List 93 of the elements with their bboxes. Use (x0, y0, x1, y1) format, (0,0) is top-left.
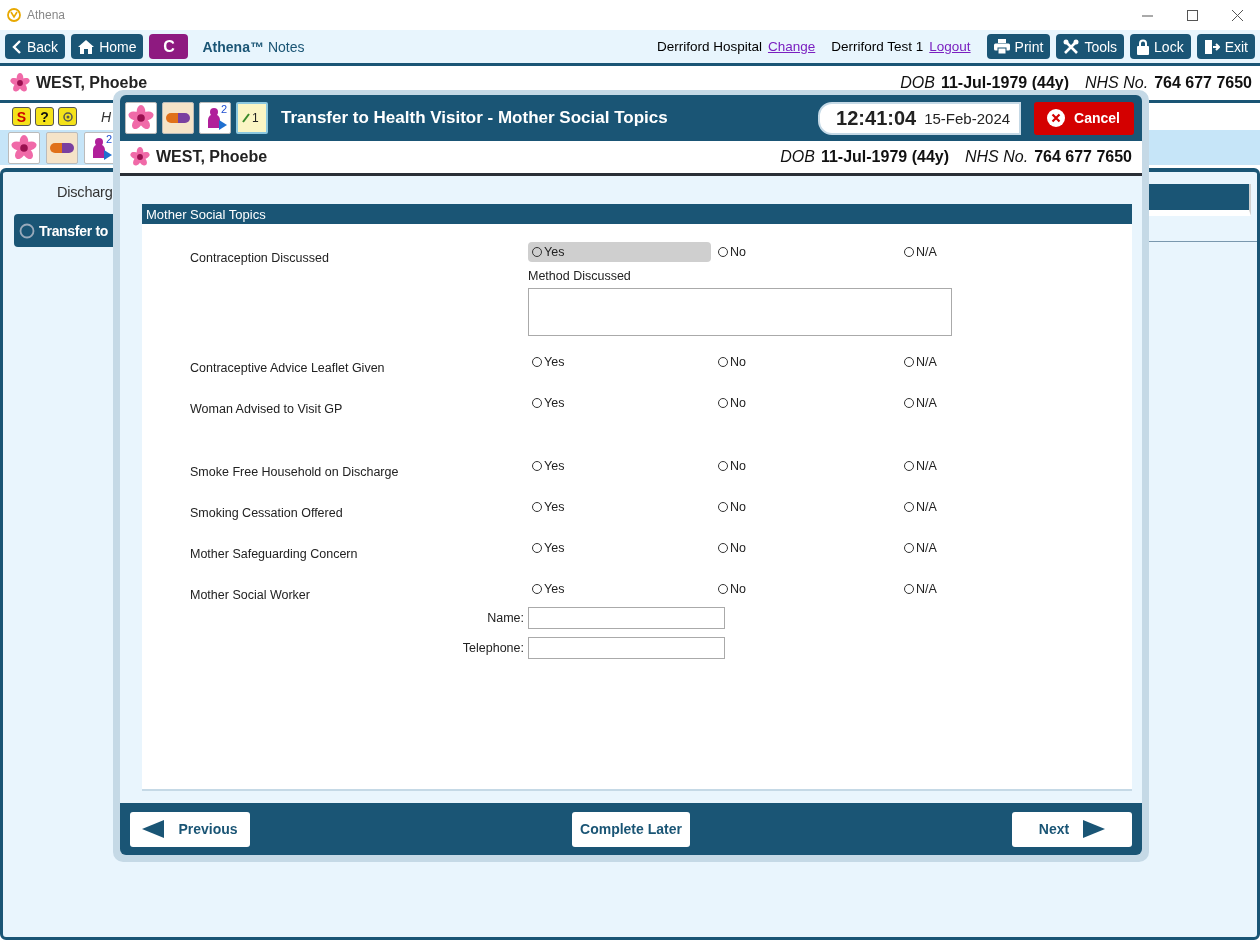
logout-link[interactable]: Logout (929, 39, 971, 54)
question-label: Woman Advised to Visit GP (190, 401, 344, 416)
baby-count: 2 (105, 132, 112, 145)
input-field[interactable] (528, 637, 725, 659)
nhs-label: NHS No. (965, 148, 1029, 166)
window-title: Athena (27, 8, 66, 22)
radio-option[interactable]: N/A (900, 352, 941, 372)
circle-icon (19, 222, 35, 239)
hospital-name: Derriford Hospital (656, 39, 762, 54)
printer-icon (993, 39, 1010, 54)
input-field[interactable] (528, 607, 725, 629)
help-icon[interactable]: ? (35, 107, 54, 126)
question-label: Mother Safeguarding Concern (190, 546, 359, 561)
radio-option[interactable]: Yes (528, 352, 569, 372)
radio-option[interactable]: Yes (528, 538, 569, 558)
radio-option[interactable]: Yes (528, 393, 569, 413)
question-label: Contraception Discussed (190, 250, 330, 265)
cancel-button[interactable]: Cancel (1034, 101, 1134, 135)
flower-icon[interactable] (11, 134, 37, 161)
complete-later-button[interactable]: Complete Later (572, 811, 690, 847)
radio-option[interactable]: Yes (528, 497, 569, 517)
radio-option[interactable]: No (714, 393, 750, 413)
section-heading: Discharg (56, 184, 114, 202)
maximize-icon[interactable] (1187, 9, 1198, 21)
change-link[interactable]: Change (767, 39, 816, 54)
field-label: Name: (486, 611, 524, 625)
home-button[interactable]: Home (71, 34, 144, 59)
alert-icon[interactable]: S (12, 107, 31, 126)
flower-icon (130, 147, 150, 167)
pen-icon (242, 113, 250, 123)
home-icon (78, 39, 95, 54)
flower-icon[interactable] (128, 105, 154, 131)
capsule-icon[interactable] (49, 141, 75, 154)
nhs-number: 764 677 7650 (1034, 148, 1132, 166)
previous-button[interactable]: Previous (130, 811, 250, 847)
user-name: Derriford Test 1 (831, 39, 924, 54)
tools-button[interactable]: Tools (1056, 34, 1125, 59)
radio-option[interactable]: N/A (900, 456, 941, 476)
field-label: Telephone: (461, 641, 524, 655)
exit-icon (1203, 38, 1220, 55)
radio-option[interactable]: No (714, 242, 750, 262)
radio-option[interactable]: N/A (900, 538, 941, 558)
close-icon[interactable] (1232, 9, 1243, 21)
clock-display: 12:41:04 15-Feb-2024 (818, 101, 1022, 135)
dob-value: 11-Jul-1979 (44y) (940, 74, 1069, 92)
baby-icon[interactable] (92, 135, 108, 160)
capsule-icon[interactable] (165, 112, 191, 124)
letter-button[interactable]: C (149, 34, 189, 59)
question-label: Contraceptive Advice Leaflet Given (190, 360, 386, 375)
nhs-number: 764 677 7650 (1154, 74, 1252, 92)
section-header: Mother Social Topics (142, 204, 1132, 224)
dob-label: DOB (780, 148, 815, 166)
dob-value: 11-Jul-1979 (44y) (820, 148, 949, 166)
tools-icon (1063, 38, 1080, 55)
radio-option[interactable]: No (714, 456, 750, 476)
dialog-title: Transfer to Health Visitor - Mother Social Topics (281, 108, 668, 128)
settings-icon[interactable] (58, 107, 77, 126)
baby-icon[interactable] (207, 106, 223, 130)
radio-option[interactable]: Yes (528, 579, 569, 599)
question-label: Smoke Free Household on Discharge (190, 464, 400, 479)
radio-option[interactable]: No (714, 579, 750, 599)
question-label: Mother Social Worker (190, 587, 311, 602)
radio-option[interactable]: N/A (900, 497, 941, 517)
nhs-label: NHS No. (1085, 74, 1149, 92)
right-arrow-icon (1083, 820, 1106, 838)
app-logo-icon (7, 8, 21, 22)
flower-icon (10, 73, 30, 93)
radio-option[interactable]: Yes (528, 242, 711, 262)
back-button[interactable]: Back (5, 34, 66, 59)
print-button[interactable]: Print (986, 34, 1051, 59)
patient-name: WEST, Phoebe (36, 74, 148, 92)
left-arrow-icon (142, 820, 165, 838)
back-icon (12, 39, 22, 54)
dob-label: DOB (900, 74, 935, 92)
notes-count: 1 (252, 111, 259, 125)
patient-name: WEST, Phoebe (156, 148, 268, 166)
exit-button[interactable]: Exit (1196, 34, 1255, 59)
radio-option[interactable]: No (714, 538, 750, 558)
radio-option[interactable]: N/A (900, 242, 941, 262)
question-label: Smoking Cessation Offered (190, 505, 344, 520)
next-button[interactable]: Next (1012, 811, 1132, 847)
radio-option[interactable]: No (714, 352, 750, 372)
lock-button[interactable]: Lock (1130, 34, 1191, 59)
radio-option[interactable]: N/A (900, 393, 941, 413)
close-icon (1046, 108, 1067, 128)
radio-option[interactable]: N/A (900, 579, 941, 599)
heading-text: H (101, 108, 112, 125)
lock-icon (1137, 38, 1150, 55)
radio-option[interactable]: Yes (528, 456, 569, 476)
baby-count: 2 (220, 103, 227, 115)
app-name: Athena™ Notes (202, 38, 305, 55)
field-label: Method Discussed (528, 269, 632, 283)
radio-option[interactable]: No (714, 497, 750, 517)
